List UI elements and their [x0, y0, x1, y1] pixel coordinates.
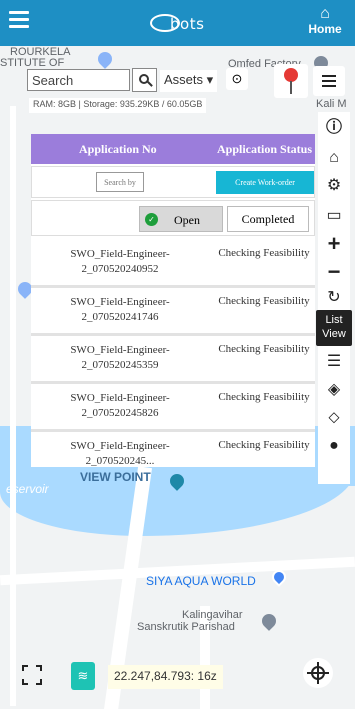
- create-work-order-button[interactable]: Create Work-order: [216, 171, 314, 194]
- map-label-kalingavihar: Kalingavihar: [182, 609, 243, 621]
- home-label: Home: [308, 22, 342, 36]
- list-icon[interactable]: ☰: [318, 350, 350, 374]
- app-logo: bots: [150, 12, 228, 36]
- status-toggle-row: ✓ Open Completed: [31, 200, 315, 236]
- home-view-icon[interactable]: ⌂: [318, 146, 350, 170]
- map-label-siya: SIYA AQUA WORLD: [146, 574, 256, 588]
- application-no: SWO_Field-Engineer- 2_070520245359: [70, 344, 170, 371]
- zoom-out-icon[interactable]: −: [318, 260, 350, 284]
- my-location-button[interactable]: [303, 658, 333, 688]
- map-label-reservoir: eservoir: [6, 482, 49, 496]
- fullscreen-expand-icon[interactable]: [22, 665, 42, 685]
- table-row[interactable]: SWO_Field-Engineer- 2_070520245826 Checki…: [31, 384, 315, 432]
- map-poi-pin[interactable]: [259, 611, 279, 631]
- info-icon[interactable]: ⓘ: [318, 116, 350, 140]
- open-toggle-button[interactable]: ✓ Open: [139, 206, 223, 232]
- table-row[interactable]: SWO_Field-Engineer- 2_070520245... Checki…: [31, 432, 315, 467]
- application-status: Checking Feasibility: [218, 391, 310, 403]
- map-poi-pin[interactable]: [95, 49, 115, 69]
- tooltip-line: List: [325, 314, 343, 326]
- layers-icon[interactable]: ◈: [318, 378, 350, 402]
- coordinate-readout: 22.247,84.793: 16z: [108, 665, 223, 689]
- drop-marker-button[interactable]: [274, 64, 308, 98]
- tooltip-line: View: [322, 328, 346, 340]
- logo-text: bots: [170, 15, 205, 33]
- crosshair-icon: [311, 666, 325, 680]
- search-input[interactable]: [27, 69, 130, 91]
- application-status: Checking Feasibility: [218, 343, 310, 355]
- application-no: SWO_Field-Engineer- 2_070520245826: [70, 392, 170, 419]
- open-label: Open: [174, 213, 200, 227]
- table-row[interactable]: SWO_Field-Engineer- 2_070520245359 Checki…: [31, 336, 315, 384]
- map-label-sanskrutik: Sanskrutik Parishad: [137, 621, 235, 633]
- application-no: SWO_Field-Engineer- 2_070520245...: [70, 440, 170, 467]
- map-label-view-point: VIEW POINT: [80, 470, 151, 484]
- map-label-institute: STITUTE OF: [0, 57, 65, 69]
- work-order-list: SWO_Field-Engineer- 2_070520240952 Checki…: [31, 240, 315, 467]
- work-order-panel: Application No Application Status Create…: [31, 134, 315, 467]
- table-header: Application No Application Status: [31, 134, 315, 164]
- database-icon[interactable]: ≋: [71, 662, 95, 690]
- list-view-tooltip: List View: [316, 310, 352, 346]
- layers-menu-button[interactable]: [313, 66, 345, 96]
- completed-toggle-button[interactable]: Completed: [227, 206, 309, 232]
- location-pin-icon[interactable]: ⬦: [318, 406, 350, 430]
- locate-target-icon[interactable]: ⊙: [226, 68, 248, 90]
- column-header-app-status: Application Status: [217, 142, 313, 156]
- home-icon: ⌂: [320, 5, 330, 22]
- filter-search-input[interactable]: [96, 172, 144, 192]
- application-status: Checking Feasibility: [218, 439, 310, 451]
- map-marker-icon: [284, 68, 298, 82]
- application-no: SWO_Field-Engineer- 2_070520240952: [70, 248, 170, 275]
- globe-icon[interactable]: ●: [318, 434, 350, 458]
- search-button[interactable]: [132, 68, 157, 92]
- home-button[interactable]: ⌂ Home: [305, 5, 345, 37]
- column-header-app-no: Application No: [79, 142, 157, 156]
- application-status: Checking Feasibility: [218, 247, 310, 259]
- map-icon[interactable]: ▭: [318, 204, 350, 228]
- settings-gears-icon[interactable]: ⚙: [318, 174, 350, 198]
- right-toolbar: ⓘ ⌂ ⚙ ▭ + − ↻ ☰ ◈ ⬦ ●: [318, 112, 350, 484]
- application-no: SWO_Field-Engineer- 2_070520241746: [70, 296, 170, 323]
- hamburger-menu-icon[interactable]: [9, 11, 29, 29]
- device-stats: RAM: 8GB | Storage: 935.29KB / 60.05GB: [29, 98, 207, 113]
- table-row[interactable]: SWO_Field-Engineer- 2_070520241746 Checki…: [31, 288, 315, 336]
- filter-row: Create Work-order: [31, 166, 315, 198]
- zoom-in-icon[interactable]: +: [318, 232, 350, 256]
- app-header: bots ⌂ Home: [0, 0, 355, 46]
- check-icon: ✓: [145, 213, 158, 226]
- refresh-icon[interactable]: ↻: [318, 286, 350, 310]
- map-label-kali: Kali M: [316, 98, 347, 110]
- map-road: [10, 106, 16, 706]
- assets-dropdown[interactable]: Assets ▾: [160, 70, 218, 92]
- application-status: Checking Feasibility: [218, 295, 310, 307]
- table-row[interactable]: SWO_Field-Engineer- 2_070520240952 Checki…: [31, 240, 315, 288]
